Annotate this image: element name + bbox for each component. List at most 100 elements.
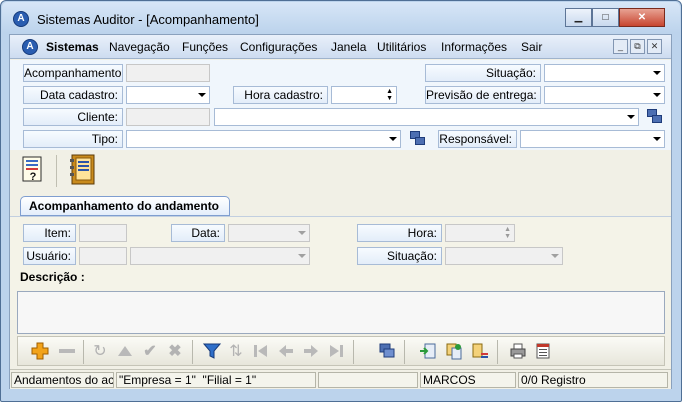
first-icon [254, 345, 267, 357]
mdi-minimize-button[interactable]: _ [613, 39, 628, 54]
usuario-label: Usuário: [23, 247, 76, 265]
tipo-label: Tipo: [23, 130, 123, 148]
menu-sair[interactable]: Sair [521, 40, 542, 54]
acompanhamento-label: Acompanhamento: [23, 64, 123, 82]
chevron-down-icon [551, 254, 559, 258]
status-panel-filter: "Empresa = 1" "Filial = 1" [116, 372, 316, 388]
filter-button[interactable] [202, 342, 222, 362]
toolbar-separator [353, 340, 354, 364]
close-button[interactable]: ✕ [619, 8, 665, 27]
print-button[interactable] [508, 342, 528, 362]
hora-label: Hora: [357, 224, 442, 242]
detail-situacao-label: Situação: [357, 247, 442, 265]
tipo-lookup-icon[interactable] [410, 131, 426, 147]
cancel-icon: ✖ [168, 343, 182, 360]
menu-janela[interactable]: Janela [331, 40, 366, 54]
sort-icon: ⇅ [229, 343, 243, 360]
maximize-button[interactable]: □ [592, 8, 619, 27]
descricao-textarea[interactable] [17, 291, 665, 334]
first-button[interactable] [251, 342, 271, 362]
usuario-code-field [79, 247, 127, 265]
menu-sistemas[interactable]: Sistemas [46, 40, 99, 54]
cancel-button[interactable]: ✖ [165, 342, 185, 362]
confirm-icon: ✔ [143, 343, 157, 360]
report-button[interactable] [533, 342, 553, 362]
import-button[interactable] [418, 342, 438, 362]
tab-acompanhamento-andamento[interactable]: Acompanhamento do andamento [20, 196, 230, 216]
hora-cadastro-spinner[interactable]: ▲ ▼ [331, 86, 397, 104]
mdi-child-window: A Sistemas Navegação Funções Configuraçõ… [9, 34, 672, 389]
sort-button[interactable]: ⇅ [226, 342, 246, 362]
toolbar-separator [497, 340, 498, 364]
data-cadastro-picker[interactable] [126, 86, 210, 104]
menu-informacoes[interactable]: Informações [441, 40, 507, 54]
svg-text:?: ? [30, 171, 37, 183]
prior-button[interactable] [276, 342, 296, 362]
previsao-entrega-picker[interactable] [544, 86, 665, 104]
data-picker [228, 224, 310, 242]
lookup-button[interactable] [377, 342, 397, 362]
descricao-label: Descrição : [20, 270, 85, 284]
situacao-select[interactable] [544, 64, 665, 82]
cliente-select[interactable] [214, 108, 639, 126]
list-icon [472, 343, 488, 358]
hora-spinner: ▲ ▼ [445, 224, 515, 242]
refresh-button[interactable]: ↻ [90, 342, 110, 362]
refresh-icon: ↻ [93, 343, 107, 360]
usuario-select [130, 247, 310, 265]
remove-button[interactable] [57, 342, 77, 362]
confirm-button[interactable]: ✔ [140, 342, 160, 362]
responsavel-select[interactable] [520, 130, 665, 148]
transfer-button[interactable] [444, 342, 464, 362]
menu-bar: A Sistemas Navegação Funções Configuraçõ… [10, 35, 671, 59]
status-panel-user: MARCOS [420, 372, 516, 388]
minimize-button[interactable]: ▁ [565, 8, 592, 27]
next-icon [304, 345, 318, 357]
toolbar-separator [192, 340, 193, 364]
menu-configuracoes[interactable]: Configurações [240, 40, 317, 54]
prior-icon [279, 345, 293, 357]
menu-funcoes[interactable]: Funções [182, 40, 228, 54]
next-button[interactable] [301, 342, 321, 362]
notebook-icon [70, 154, 95, 185]
header-form: Acompanhamento: Situação: Data cadastro:… [10, 60, 671, 150]
report-icon [536, 343, 550, 359]
cliente-lookup-icon[interactable] [647, 109, 663, 125]
tipo-select[interactable] [126, 130, 401, 148]
chevron-down-icon [198, 93, 206, 97]
spin-arrows-icon: ▲ ▼ [504, 226, 511, 240]
info-help-icon: ? [22, 156, 42, 183]
chevron-down-icon [298, 231, 306, 235]
toolbar-separator [404, 340, 405, 364]
info-help-button[interactable]: ? [20, 155, 50, 189]
add-icon [31, 342, 49, 360]
remove-icon [59, 349, 75, 353]
item-label: Item: [23, 224, 76, 242]
responsavel-label: Responsável: [438, 130, 517, 148]
status-bar: Andamentos do ac "Empresa = 1" "Filial =… [10, 369, 671, 389]
chevron-down-icon [653, 71, 661, 75]
previsao-entrega-label: Previsão de entrega: [425, 86, 541, 104]
chevron-down-icon [389, 137, 397, 141]
menu-utilitarios[interactable]: Utilitários [377, 40, 426, 54]
toolbar-divider [56, 155, 57, 187]
import-icon [420, 343, 436, 359]
status-panel-screen: Andamentos do ac [11, 372, 114, 388]
app-logo-icon: A [13, 11, 29, 27]
status-panel-empty [318, 372, 418, 388]
last-button[interactable] [326, 342, 346, 362]
filter-icon [202, 343, 222, 359]
cliente-label: Cliente: [23, 108, 123, 126]
list-button[interactable] [470, 342, 490, 362]
menu-logo-icon[interactable]: A [22, 39, 38, 55]
menu-navegacao[interactable]: Navegação [109, 40, 170, 54]
chevron-down-icon [653, 93, 661, 97]
up-button[interactable] [115, 342, 135, 362]
mdi-restore-button[interactable]: ⧉ [630, 39, 645, 54]
situacao-label: Situação: [425, 64, 541, 82]
spin-arrows-icon[interactable]: ▲ ▼ [386, 88, 393, 102]
acompanhamento-field [126, 64, 210, 82]
mdi-close-button[interactable]: ✕ [647, 39, 662, 54]
notebook-button[interactable] [67, 153, 97, 187]
add-button[interactable] [30, 342, 50, 362]
